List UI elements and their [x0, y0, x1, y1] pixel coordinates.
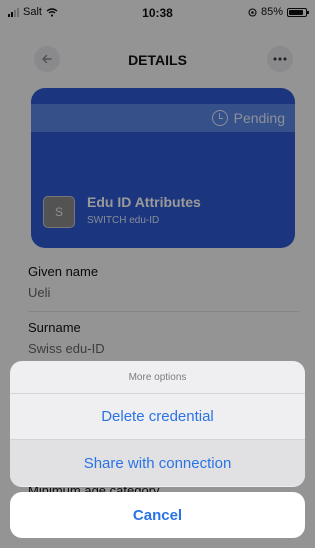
- delete-credential-button[interactable]: Delete credential: [10, 394, 305, 440]
- action-sheet: More options Delete credential Share wit…: [10, 361, 305, 487]
- action-sheet-title: More options: [10, 361, 305, 394]
- share-with-connection-button[interactable]: Share with connection: [10, 440, 305, 486]
- cancel-button[interactable]: Cancel: [10, 492, 305, 538]
- details-screen: Salt 10:38 85% DETAILS Pending S Edu ID …: [0, 0, 315, 548]
